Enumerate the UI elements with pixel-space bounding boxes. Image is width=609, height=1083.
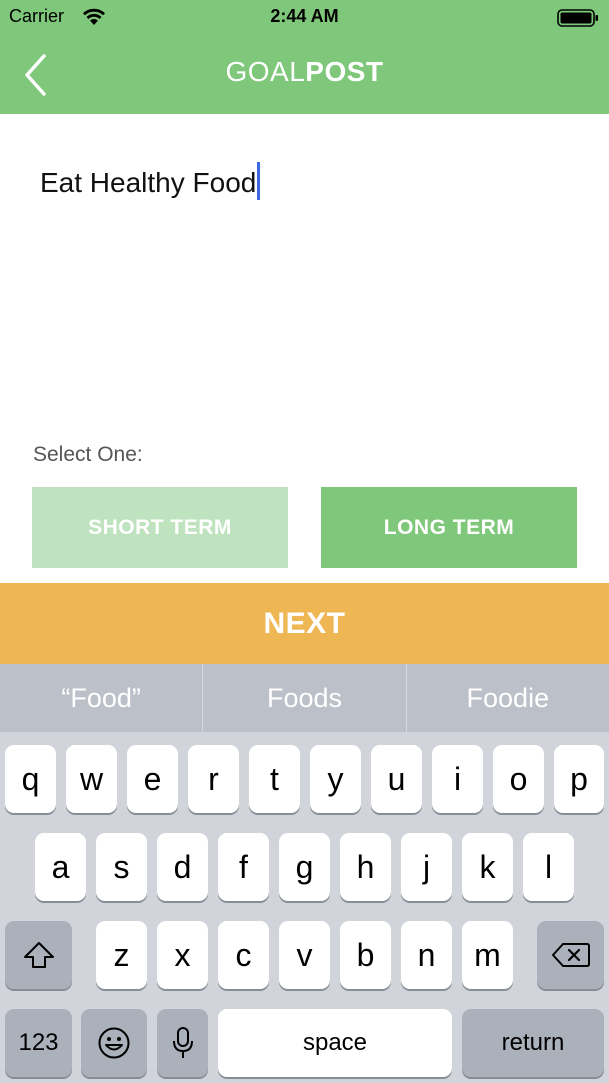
numbers-key[interactable]: 123 [5,1009,72,1077]
battery-icon [557,9,599,32]
key-e[interactable]: e [127,745,178,813]
goal-input[interactable]: Eat Healthy Food [40,162,261,200]
nav-bar: GOALPOST [0,34,609,114]
key-j[interactable]: j [401,833,452,901]
key-v[interactable]: v [279,921,330,989]
key-g[interactable]: g [279,833,330,901]
status-time: 2:44 AM [270,6,339,26]
key-d[interactable]: d [157,833,208,901]
key-r[interactable]: r [188,745,239,813]
key-k[interactable]: k [462,833,513,901]
return-key[interactable]: return [462,1009,604,1077]
next-button[interactable]: NEXT [0,583,609,664]
predictive-bar: “Food” Foods Foodie [0,664,609,732]
suggestion-foodie[interactable]: Foodie [405,664,609,732]
key-n[interactable]: n [401,921,452,989]
app-title: GOALPOST [0,56,609,88]
shift-key[interactable] [5,921,72,989]
app-title-bold: POST [305,56,384,87]
suggestion-quoted[interactable]: “Food” [0,664,202,732]
emoji-icon [98,1027,130,1059]
key-o[interactable]: o [493,745,544,813]
key-c[interactable]: c [218,921,269,989]
status-bar: Carrier 2:44 AM [0,0,609,34]
space-key[interactable]: space [218,1009,452,1077]
key-q[interactable]: q [5,745,56,813]
short-term-button[interactable]: SHORT TERM [32,487,288,568]
key-f[interactable]: f [218,833,269,901]
delete-key[interactable] [537,921,604,989]
key-b[interactable]: b [340,921,391,989]
key-x[interactable]: x [157,921,208,989]
text-caret [257,162,261,200]
key-m[interactable]: m [462,921,513,989]
key-p[interactable]: p [554,745,604,813]
app-title-light: GOAL [225,56,306,87]
key-t[interactable]: t [249,745,300,813]
key-w[interactable]: w [66,745,117,813]
key-y[interactable]: y [310,745,361,813]
screen: Carrier 2:44 AM GOALPOST Eat Healthy Foo… [0,0,609,1083]
emoji-key[interactable] [81,1009,147,1077]
goal-input-value: Eat Healthy Food [40,167,257,198]
dictation-key[interactable] [157,1009,208,1077]
suggestion-foods[interactable]: Foods [202,664,405,732]
key-l[interactable]: l [523,833,574,901]
microphone-icon [172,1027,193,1058]
keyboard: “Food” Foods Foodie q w e r t y u i o p … [0,664,609,1083]
key-h[interactable]: h [340,833,391,901]
backspace-icon [551,943,590,967]
key-a[interactable]: a [35,833,86,901]
key-z[interactable]: z [96,921,147,989]
select-one-label: Select One: [33,443,143,466]
key-s[interactable]: s [96,833,147,901]
long-term-button[interactable]: LONG TERM [321,487,577,568]
key-u[interactable]: u [371,745,422,813]
shift-icon [23,942,54,968]
key-i[interactable]: i [432,745,483,813]
